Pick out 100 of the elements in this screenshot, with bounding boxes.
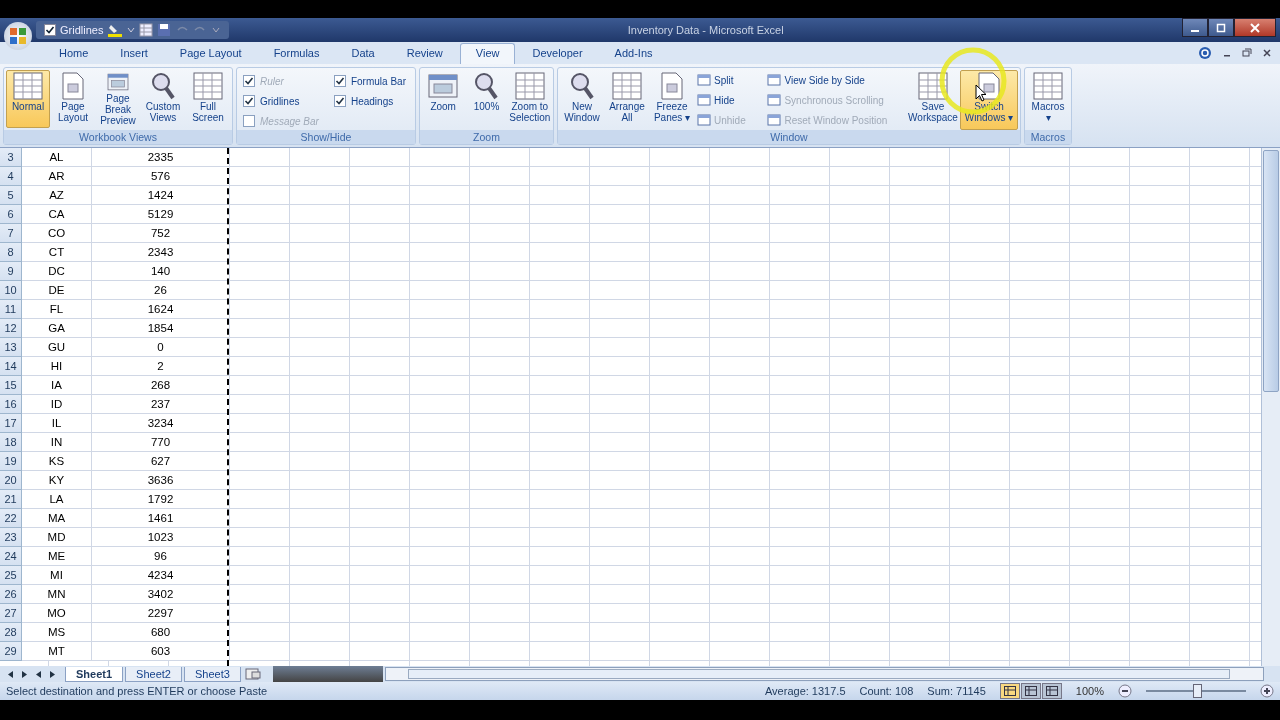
row-header[interactable]: 26 xyxy=(0,585,22,604)
row-header[interactable]: 3 xyxy=(0,148,22,167)
ribbon-tab[interactable]: Page Layout xyxy=(164,44,257,64)
ribbon-tab[interactable]: View xyxy=(459,43,516,64)
row-header[interactable]: 19 xyxy=(0,452,22,471)
row-header[interactable]: 27 xyxy=(0,604,22,623)
ribbon-button[interactable]: Custom Views xyxy=(141,70,185,128)
ribbon-small-button[interactable]: Split xyxy=(695,70,765,90)
ribbon-button[interactable]: Page Break Preview xyxy=(96,70,140,128)
row-header[interactable]: 8 xyxy=(0,243,22,262)
sheet-tab[interactable]: Sheet2 xyxy=(125,666,182,682)
checkbox-option[interactable]: Gridlines xyxy=(243,91,322,111)
help-icon[interactable] xyxy=(1198,46,1212,60)
group-title: Window xyxy=(558,130,1020,144)
sheet-grid-icon xyxy=(1033,72,1063,100)
ribbon-button[interactable]: Full Screen xyxy=(186,70,230,128)
view-button[interactable] xyxy=(999,683,1020,699)
ribbon-button[interactable]: Zoom xyxy=(422,70,465,128)
status-stat: Average: 1317.5 xyxy=(765,685,846,697)
minimize-button[interactable] xyxy=(1182,18,1208,37)
window-icon xyxy=(767,114,782,126)
ribbon-small-button[interactable]: View Side by Side xyxy=(765,70,906,90)
row-header[interactable]: 12 xyxy=(0,319,22,338)
view-button[interactable] xyxy=(1041,683,1062,699)
ribbon-button[interactable]: New Window xyxy=(560,70,604,130)
checkbox[interactable] xyxy=(243,95,255,107)
ribbon-button[interactable]: Zoom to Selection xyxy=(508,70,551,128)
row-header[interactable]: 5 xyxy=(0,186,22,205)
quick-access-checkbox[interactable] xyxy=(44,24,56,36)
row-header[interactable]: 24 xyxy=(0,547,22,566)
ribbon-button[interactable]: Freeze Panes ▾ xyxy=(650,70,694,130)
ribbon-tab[interactable]: Insert xyxy=(105,44,163,64)
group-title: Zoom xyxy=(420,130,553,144)
checkbox-option[interactable]: Headings xyxy=(333,91,409,111)
row-header[interactable]: 18 xyxy=(0,433,22,452)
horizontal-scrollbar[interactable] xyxy=(384,667,1264,681)
mouse-pointer-icon xyxy=(975,84,987,102)
ribbon-button[interactable]: Arrange All xyxy=(605,70,649,130)
ribbon-button[interactable]: Page Layout xyxy=(51,70,95,128)
row-header[interactable]: 29 xyxy=(0,642,22,661)
maximize-icon xyxy=(1216,22,1226,33)
ribbon-tab[interactable]: Formulas xyxy=(258,44,335,64)
row-header[interactable]: 28 xyxy=(0,623,22,642)
zoom-in-icon[interactable] xyxy=(1260,684,1274,698)
window-icon xyxy=(767,74,782,86)
magnifier-icon xyxy=(150,72,176,100)
row-header[interactable]: 25 xyxy=(0,566,22,585)
row-header[interactable]: 6 xyxy=(0,205,22,224)
dropdown-icon[interactable] xyxy=(127,27,136,33)
ribbon-tab[interactable]: Developer xyxy=(517,44,598,64)
row-header[interactable]: 9 xyxy=(0,262,22,281)
status-message: Select destination and press ENTER or choose Paste xyxy=(6,685,268,697)
ribbon-small-button[interactable]: Hide xyxy=(695,90,765,110)
window-icon xyxy=(697,94,711,106)
ribbon-button[interactable]: Normal xyxy=(6,70,50,128)
zoom-out-icon[interactable] xyxy=(1118,684,1132,698)
zoom-level[interactable]: 100% xyxy=(1075,685,1104,697)
sheet-view-icon xyxy=(1003,686,1016,696)
row-header[interactable]: 16 xyxy=(0,395,22,414)
zoom-slider-thumb[interactable] xyxy=(1193,684,1202,698)
maximize-button[interactable] xyxy=(1208,18,1234,37)
row-header[interactable]: 14 xyxy=(0,357,22,376)
ribbon-tab[interactable]: Data xyxy=(336,44,390,64)
row-header[interactable]: 13 xyxy=(0,338,22,357)
sheet-grid-icon xyxy=(612,72,642,100)
close-button[interactable] xyxy=(1234,18,1276,37)
view-button[interactable] xyxy=(1020,683,1041,699)
row-header[interactable]: 22 xyxy=(0,509,22,528)
insert-sheet-icon[interactable] xyxy=(242,667,263,681)
row-header[interactable]: 17 xyxy=(0,414,22,433)
fill-color-icon[interactable] xyxy=(107,23,124,37)
ribbon-button[interactable]: Macros ▾ xyxy=(1027,70,1069,128)
row-header[interactable]: 21 xyxy=(0,490,22,509)
ribbon-button[interactable]: 100% xyxy=(465,70,508,128)
ribbon-button[interactable]: Save Workspace xyxy=(907,70,959,130)
sheet-tab[interactable]: Sheet3 xyxy=(183,666,241,682)
sheet-tab[interactable]: Sheet1 xyxy=(65,666,124,682)
restore-icon[interactable] xyxy=(1242,48,1252,58)
ribbon-tab[interactable]: Add-Ins xyxy=(599,44,668,64)
checkbox[interactable] xyxy=(333,75,346,87)
office-button[interactable] xyxy=(4,22,32,50)
row-header[interactable]: 10 xyxy=(0,281,22,300)
checkbox-option[interactable]: Formula Bar xyxy=(333,71,409,91)
group-title: Show/Hide xyxy=(237,130,415,144)
page-icon xyxy=(659,72,685,100)
close-icon xyxy=(1250,22,1260,33)
row-header[interactable]: 20 xyxy=(0,471,22,490)
ribbon-tab[interactable]: Home xyxy=(44,44,104,64)
vertical-scrollbar[interactable] xyxy=(1261,148,1280,666)
checkbox[interactable] xyxy=(333,95,346,107)
group-title: Workbook Views xyxy=(4,130,232,144)
save-icon[interactable] xyxy=(157,23,172,37)
table-icon[interactable] xyxy=(139,23,154,37)
row-header[interactable]: 7 xyxy=(0,224,22,243)
row-header[interactable]: 23 xyxy=(0,528,22,547)
row-header[interactable]: 15 xyxy=(0,376,22,395)
row-header[interactable]: 11 xyxy=(0,300,22,319)
row-header[interactable]: 4 xyxy=(0,167,22,186)
ribbon-tab[interactable]: Review xyxy=(391,44,458,64)
close-icon[interactable] xyxy=(1262,48,1272,58)
